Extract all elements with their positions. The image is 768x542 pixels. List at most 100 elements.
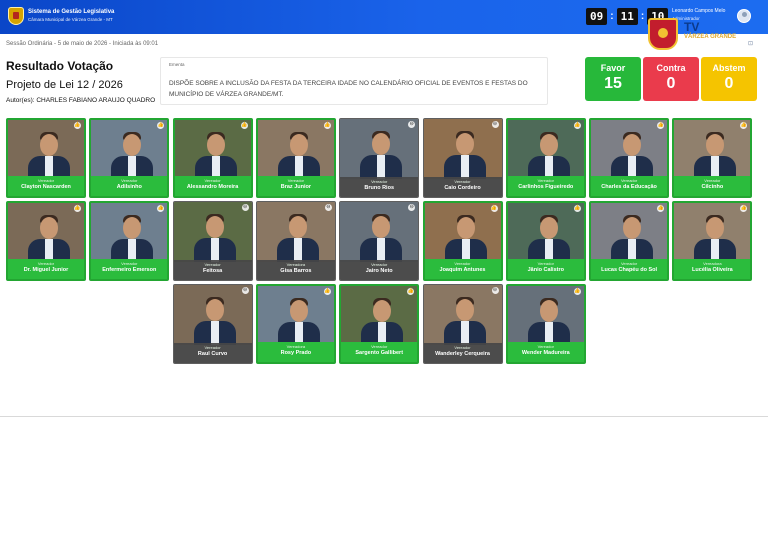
councilor-footer: Vereador Wender Madureira: [507, 342, 584, 362]
councilor-name: Raul Curvo: [197, 351, 228, 357]
thumbs-up-icon: 👍: [157, 205, 165, 212]
councilor-card[interactable]: 👍 Vereador Joaquim Antunes: [422, 201, 503, 281]
councilor-footer: Vereador Sargento Gallibert: [341, 342, 418, 362]
portrait-head: [455, 133, 474, 155]
councilor-name: Jânio Calistro: [527, 267, 564, 273]
portrait-head: [539, 134, 558, 156]
councilor-card[interactable]: 👍 Vereadora Rosy Prado: [255, 284, 336, 364]
councilor-photo: [174, 120, 251, 180]
councilor-role: Vereador: [454, 261, 471, 266]
user-avatar[interactable]: [737, 9, 751, 23]
user-name[interactable]: Leonardo Campos Melo: [672, 8, 725, 14]
councilor-card[interactable]: 👍 Vereador Dr. Miguel Junior: [6, 201, 86, 281]
portrait-head: [623, 134, 642, 156]
councilor-card[interactable]: 👍 Vereador Jânio Calistro: [505, 201, 586, 281]
ementa-text: DISPÕE SOBRE A INCLUSÃO DA FESTA DA TERC…: [169, 80, 528, 98]
councilor-card[interactable]: ⊖ Vereador Wanderley Cerqueira: [422, 284, 503, 364]
councilor-footer: Vereador Charles da Educação: [591, 176, 668, 196]
thumbs-up-icon: 👍: [573, 288, 581, 295]
councilor-role: Vereador: [371, 179, 388, 184]
councilor-card[interactable]: 👍 Vereadora Lucélia Oliveira: [672, 201, 753, 281]
councilor-name: Sargento Gallibert: [355, 350, 404, 356]
councilor-photo: [591, 203, 668, 263]
councilor-photo: [340, 202, 419, 262]
tv-brand: TV: [684, 20, 700, 34]
portrait-head: [372, 133, 391, 155]
councilor-footer: Vereadora Rosy Prado: [257, 342, 334, 362]
councilor-photo: [91, 120, 168, 180]
portrait-shirt: [210, 321, 219, 345]
councilor-card[interactable]: ⊖ Vereador Bruno Rios: [339, 118, 420, 198]
councilor-card[interactable]: 👍 Vereador Lucas Chapéu do Sol: [589, 201, 670, 281]
tally-abstem-count: 0: [724, 75, 734, 92]
councilor-role: Vereador: [287, 178, 304, 183]
portrait-head: [205, 216, 224, 238]
councilor-card[interactable]: 👍 Vereador Charles da Educação: [589, 118, 670, 198]
system-subtitle: Câmara Municipal de Várzea Grande - MT: [28, 17, 113, 22]
portrait-head: [123, 217, 142, 239]
tally-favor: Favor 15: [585, 57, 641, 101]
tally-contra-count: 0: [666, 75, 676, 92]
thumbs-up-icon: 👍: [740, 205, 748, 212]
councilor-footer: Vereador Bruno Rios: [340, 177, 419, 197]
portrait-head: [289, 134, 308, 156]
councilor-photo: [257, 120, 334, 180]
councilor-name: Lucas Chapéu do Sol: [601, 267, 658, 273]
councilor-role: Vereador: [537, 261, 554, 266]
expand-icon[interactable]: ⊡: [748, 40, 753, 47]
councilor-card[interactable]: 👍 Vereador Clayton Nascarden: [6, 118, 86, 198]
councilor-footer: Vereador Enfermeiro Emerson: [91, 259, 168, 279]
councilor-card[interactable]: ⊖ Vereadora Gisa Barros: [255, 201, 336, 281]
councilor-card[interactable]: 👍 Vereador Sargento Gallibert: [339, 284, 420, 364]
councilor-photo: [8, 120, 84, 180]
councilor-grid: 👍 Vereador Clayton Nascarden 👍 Vereador Adils…: [6, 118, 756, 366]
councilor-role: Vereador: [371, 344, 388, 349]
tally-contra-label: Contra: [656, 63, 686, 73]
councilor-card[interactable]: ⊖ Vereador Jairo Neto: [339, 201, 420, 281]
thumbs-up-icon: 👍: [573, 122, 581, 129]
councilor-photo: [674, 203, 751, 263]
councilor-card[interactable]: 👍 Vereador Wender Madureira: [505, 284, 586, 364]
councilor-role: Vereadora: [286, 262, 306, 267]
portrait-shirt: [377, 238, 386, 262]
portrait-head: [539, 217, 558, 239]
portrait-head: [373, 300, 392, 322]
tally-favor-count: 15: [604, 75, 622, 92]
tally-contra: Contra 0: [643, 57, 699, 101]
councilor-photo: [341, 286, 418, 346]
councilor-card[interactable]: ⊖ Vereador Caio Cordeiro: [422, 118, 503, 198]
thumbs-up-icon: 👍: [74, 122, 81, 129]
councilor-role: Vereador: [371, 262, 388, 267]
councilor-card[interactable]: 👍 Vereador Alessandro Moreira: [172, 118, 253, 198]
councilor-name: Joaquim Antunes: [439, 267, 486, 273]
portrait-head: [455, 299, 474, 321]
councilor-photo: [591, 120, 668, 180]
tally-favor-label: Favor: [600, 63, 626, 73]
councilor-footer: Vereador Raul Curvo: [173, 343, 252, 363]
councilor-role: Vereador: [704, 178, 721, 183]
councilor-card[interactable]: ⊖ Vereador Raul Curvo: [172, 284, 253, 364]
app-frame: Sistema de Gestão Legislativa Câmara Mun…: [0, 0, 768, 417]
councilor-card[interactable]: 👍 Vereador Cilcinho: [672, 118, 753, 198]
councilor-role: Vereador: [620, 178, 638, 183]
councilor-name: Alessandro Moreira: [186, 184, 239, 190]
clock-separator: :: [640, 11, 645, 22]
councilor-name: Lucélia Oliveira: [692, 267, 733, 273]
councilor-photo: [91, 203, 168, 263]
councilor-card[interactable]: 👍 Vereador Carlinhos Figueiredo: [505, 118, 586, 198]
councilor-footer: Vereador Caio Cordeiro: [423, 177, 502, 197]
councilor-card[interactable]: 👍 Vereador Enfermeiro Emerson: [89, 201, 170, 281]
councilor-card[interactable]: 👍 Vereador Adilsinho: [89, 118, 170, 198]
portrait-shirt: [293, 238, 302, 262]
councilor-name: Adilsinho: [116, 184, 142, 190]
councilor-card[interactable]: ⊖ Vereador Feitosa: [172, 201, 253, 281]
councilor-footer: Vereador Wanderley Cerqueira: [423, 343, 502, 363]
portrait-head: [40, 217, 58, 239]
councilor-name: Enfermeiro Emerson: [102, 267, 157, 273]
tally-abstem-label: Abstem: [712, 63, 746, 73]
councilor-card[interactable]: 👍 Vereador Braz Junior: [255, 118, 336, 198]
councilor-footer: Vereador Carlinhos Figueiredo: [507, 176, 584, 196]
clock-hours: 09: [586, 8, 608, 25]
councilor-role: Vereador: [204, 178, 221, 183]
thumbs-up-icon: 👍: [323, 122, 331, 129]
